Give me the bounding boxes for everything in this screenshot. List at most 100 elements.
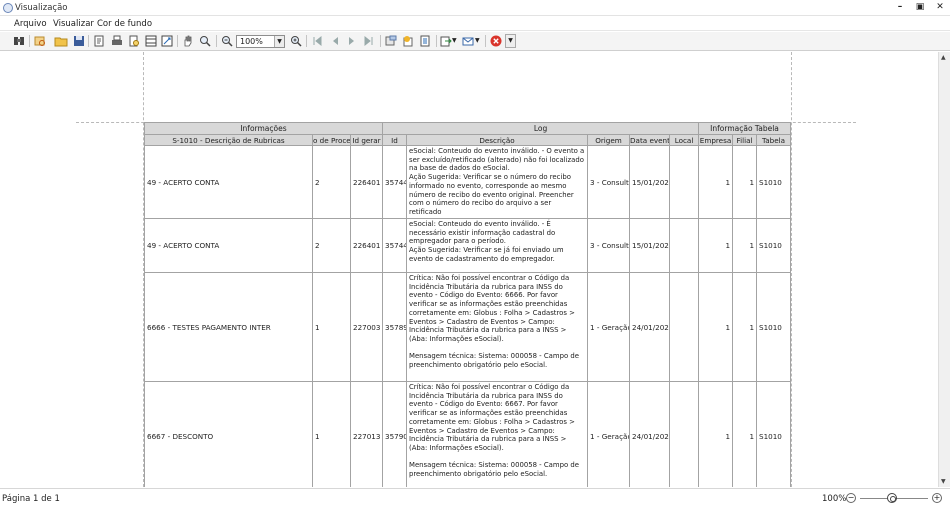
close-preview-icon[interactable] xyxy=(489,34,503,48)
cell-descricao: eSocial: Conteudo do evento inválido. - … xyxy=(406,218,588,273)
col-header-descricao[interactable]: Descrição xyxy=(406,134,588,146)
cell-processo: 1 xyxy=(312,381,351,487)
cell-id-gerar: 226401 xyxy=(350,145,383,219)
previous-page-icon[interactable] xyxy=(328,34,342,48)
close-chevron-down-icon[interactable]: ▼ xyxy=(505,34,516,48)
first-page-icon[interactable] xyxy=(310,34,324,48)
report-table: Informações Log Informação Tabela S-1010… xyxy=(144,122,792,487)
table-row: 6667 - DESCONTO 1 227013 35790 Crítica: … xyxy=(144,381,792,487)
magnifier-icon[interactable] xyxy=(198,34,212,48)
col-header-empresa[interactable]: Empresa xyxy=(698,134,734,146)
minimize-button[interactable]: – xyxy=(894,1,906,14)
cell-origem: 3 - Consult xyxy=(587,218,630,273)
col-header-origem[interactable]: Origem xyxy=(587,134,630,146)
scale-icon[interactable] xyxy=(160,34,174,48)
cell-rubrica: 6667 - DESCONTO xyxy=(144,381,313,487)
export-chevron-down-icon[interactable]: ▼ xyxy=(452,37,458,51)
cell-id: 35744 xyxy=(382,218,407,273)
header-footer-icon[interactable] xyxy=(144,34,158,48)
document-area[interactable]: Informações Log Informação Tabela S-1010… xyxy=(0,52,938,487)
cell-id: 35790 xyxy=(382,381,407,487)
background-color-icon[interactable] xyxy=(384,34,398,48)
col-header-data-evento[interactable]: Data evento xyxy=(629,134,670,146)
zoom-slider[interactable]: − + xyxy=(846,493,942,504)
col-header-id-gerar[interactable]: Id gerar xyxy=(350,134,383,146)
cell-id: 35744 xyxy=(382,145,407,219)
last-page-icon[interactable] xyxy=(362,34,376,48)
menu-visualizar[interactable]: Visualizar xyxy=(53,19,94,29)
cell-id-gerar: 227003 xyxy=(350,272,383,382)
cell-empresa: 1 xyxy=(698,381,734,487)
menu-bar: Arquivo Visualizar Cor de fundo xyxy=(0,17,950,31)
scroll-up-icon[interactable]: ▲ xyxy=(941,54,946,61)
cell-filial: 1 xyxy=(732,145,758,219)
cell-rubrica: 49 - ACERTO CONTA xyxy=(144,145,313,219)
cell-empresa: 1 xyxy=(698,145,734,219)
cell-id-gerar: 227013 xyxy=(350,381,383,487)
cell-filial: 1 xyxy=(732,381,758,487)
cell-empresa: 1 xyxy=(698,272,734,382)
cell-descricao: Crítica: Não foi possível encontrar o Có… xyxy=(406,272,588,382)
chevron-down-icon[interactable]: ▼ xyxy=(274,36,284,47)
cell-empresa: 1 xyxy=(698,218,734,273)
status-bar: Página 1 de 1 100% − + xyxy=(0,488,950,506)
binoculars-icon[interactable] xyxy=(12,34,26,48)
title-bar: Visualização – ▣ ✕ xyxy=(0,0,950,16)
col-header-processo[interactable]: o de Proce xyxy=(312,134,351,146)
zoom-level: 100% xyxy=(822,494,847,504)
cell-local xyxy=(668,218,700,273)
next-page-icon[interactable] xyxy=(345,34,359,48)
col-header-rubrica[interactable]: S-1010 - Descrição de Rubricas xyxy=(144,134,313,146)
preview-window: Visualização – ▣ ✕ Arquivo Visualizar Co… xyxy=(0,0,950,506)
cell-local xyxy=(668,272,700,382)
table-row: 49 - ACERTO CONTA 2 226401 35744 eSocial… xyxy=(144,218,792,273)
col-header-id[interactable]: Id xyxy=(382,134,407,146)
scroll-down-icon[interactable]: ▼ xyxy=(941,478,946,485)
zoom-select-value: 100% xyxy=(240,37,263,46)
cell-data-evento: 15/01/202 xyxy=(629,218,670,273)
cell-tabela: S1010 xyxy=(756,218,792,273)
zoom-plus-icon[interactable]: + xyxy=(932,493,942,503)
cell-descricao: Crítica: Não foi possível encontrar o Có… xyxy=(406,381,588,487)
cell-data-evento: 24/01/202 xyxy=(629,272,670,382)
table-row: 49 - ACERTO CONTA 2 226401 35744 eSocial… xyxy=(144,145,792,219)
cell-rubrica: 6666 - TESTES PAGAMENTO INTER xyxy=(144,272,313,382)
print-preview-icon[interactable] xyxy=(127,34,141,48)
watermark-icon[interactable] xyxy=(401,34,415,48)
vertical-scrollbar[interactable]: ▲ ▼ xyxy=(938,52,950,487)
hand-tool-icon[interactable] xyxy=(181,34,195,48)
cell-descricao: eSocial: Conteudo do evento inválido. - … xyxy=(406,145,588,219)
col-header-local[interactable]: Local xyxy=(668,134,700,146)
menu-arquivo[interactable]: Arquivo xyxy=(14,19,47,29)
page-setup-icon[interactable] xyxy=(92,34,106,48)
close-button[interactable]: ✕ xyxy=(934,1,946,14)
cell-id-gerar: 226401 xyxy=(350,218,383,273)
zoom-select[interactable]: 100% ▼ xyxy=(236,35,285,48)
cell-processo: 2 xyxy=(312,218,351,273)
print-icon[interactable] xyxy=(110,34,124,48)
export-icon[interactable] xyxy=(439,34,453,48)
zoom-in-icon[interactable] xyxy=(289,34,303,48)
open-folder-icon[interactable] xyxy=(54,34,68,48)
menu-cor-de-fundo[interactable]: Cor de fundo xyxy=(97,19,152,29)
cell-local xyxy=(668,145,700,219)
close-preview-doc-icon[interactable] xyxy=(418,34,432,48)
zoom-minus-icon[interactable]: − xyxy=(846,493,856,503)
cell-origem: 1 - Geração xyxy=(587,381,630,487)
restore-button[interactable]: ▣ xyxy=(914,1,926,14)
zoom-out-icon[interactable] xyxy=(220,34,234,48)
save-icon[interactable] xyxy=(72,34,86,48)
page-indicator: Página 1 de 1 xyxy=(2,494,60,504)
cell-filial: 1 xyxy=(732,218,758,273)
search-doc-icon[interactable] xyxy=(33,34,47,48)
email-chevron-down-icon[interactable]: ▼ xyxy=(475,37,481,51)
cell-origem: 1 - Geração xyxy=(587,272,630,382)
zoom-slider-thumb[interactable] xyxy=(887,493,897,503)
cell-local xyxy=(668,381,700,487)
send-email-icon[interactable] xyxy=(461,34,475,48)
window-title: Visualização xyxy=(15,3,68,13)
cell-tabela: S1010 xyxy=(756,145,792,219)
col-header-tabela[interactable]: Tabela xyxy=(756,134,792,146)
cell-processo: 2 xyxy=(312,145,351,219)
col-header-filial[interactable]: Filial xyxy=(732,134,758,146)
